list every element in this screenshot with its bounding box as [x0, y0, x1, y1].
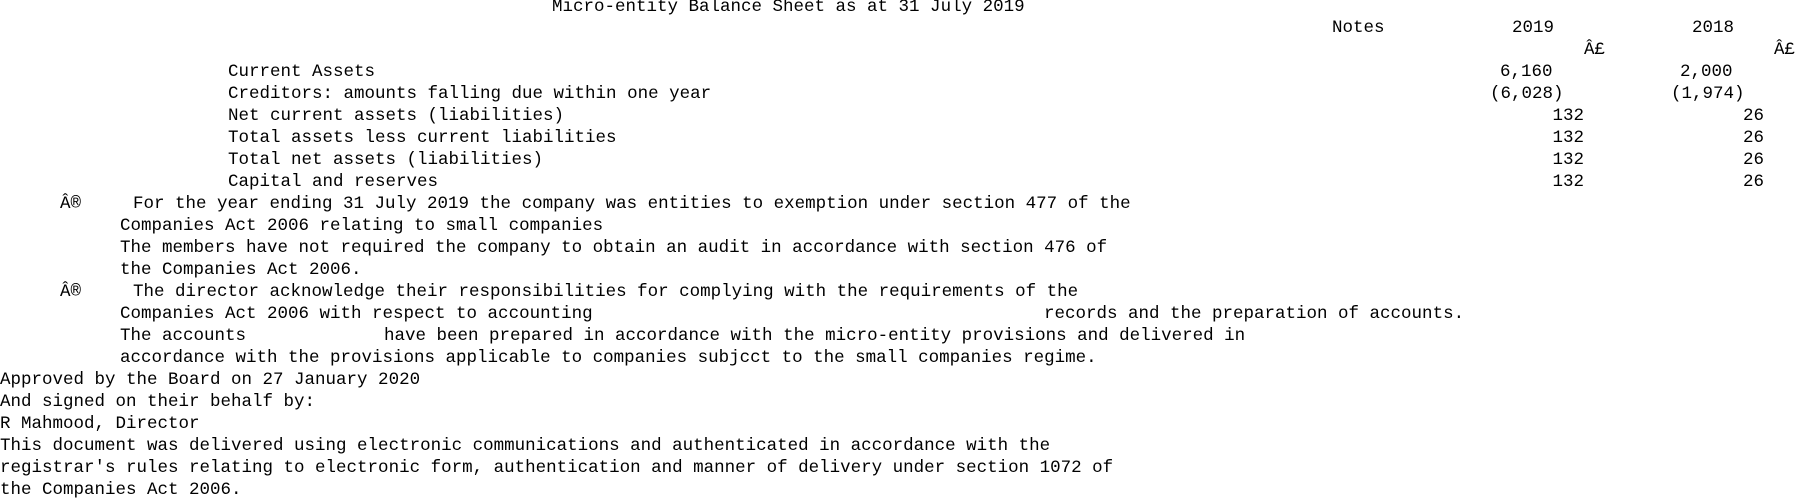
year-2019-header: 2019 [1512, 18, 1555, 38]
currency-2019-header: Â£ [1584, 40, 1606, 60]
director-name: R Mahmood, Director [0, 414, 200, 434]
statement-text: have been prepared in accordance with th… [384, 326, 1246, 346]
approval-date: Approved by the Board on 27 January 2020 [0, 370, 421, 390]
row-value-2018: 26 [1742, 106, 1764, 126]
signed-by-label: And signed on their behalf by: [0, 392, 316, 412]
row-value-2018: 26 [1742, 150, 1764, 170]
statement-text: The director acknowledge their responsib… [133, 282, 1079, 302]
bullet-icon: Â® [60, 282, 82, 302]
statement-text: accordance with the provisions applicabl… [120, 348, 1097, 368]
row-value-2018: (1,974) [1671, 84, 1745, 104]
row-label: Creditors: amounts falling due within on… [228, 84, 712, 104]
delivery-text: registrar's rules relating to electronic… [0, 458, 1114, 478]
statement-text: For the year ending 31 July 2019 the com… [133, 194, 1131, 214]
row-value-2018: 26 [1742, 128, 1764, 148]
row-value-2018: 26 [1742, 172, 1764, 192]
row-value-2019: 132 [1552, 128, 1584, 148]
statement-text: Companies Act 2006 relating to small com… [120, 216, 604, 236]
delivery-text: This document was delivered using electr… [0, 436, 1051, 456]
row-value-2019: 132 [1552, 106, 1584, 126]
row-label: Total assets less current liabilities [228, 128, 617, 148]
statement-text: records and the preparation of accounts. [1044, 304, 1465, 324]
statement-text: The members have not required the compan… [120, 238, 1108, 258]
statement-text: the Companies Act 2006. [120, 260, 362, 280]
notes-header: Notes [1332, 18, 1385, 38]
bullet-icon: Â® [60, 194, 82, 214]
delivery-text: the Companies Act 2006. [0, 480, 242, 500]
row-value-2019: 6,160 [1500, 62, 1553, 82]
statement-text: Companies Act 2006 with respect to accou… [120, 304, 593, 324]
row-value-2019: (6,028) [1490, 84, 1564, 104]
row-label: Net current assets (liabilities) [228, 106, 565, 126]
row-value-2019: 132 [1552, 172, 1584, 192]
row-label: Current Assets [228, 62, 376, 82]
page-title: Micro-entity Balance Sheet as at 31 July… [552, 0, 1025, 17]
row-value-2018: 2,000 [1680, 62, 1733, 82]
year-2018-header: 2018 [1692, 18, 1735, 38]
row-value-2019: 132 [1552, 150, 1584, 170]
currency-2018-header: Â£ [1774, 40, 1796, 60]
statement-text: The accounts [120, 326, 247, 346]
row-label: Capital and reserves [228, 172, 439, 192]
row-label: Total net assets (liabilities) [228, 150, 544, 170]
